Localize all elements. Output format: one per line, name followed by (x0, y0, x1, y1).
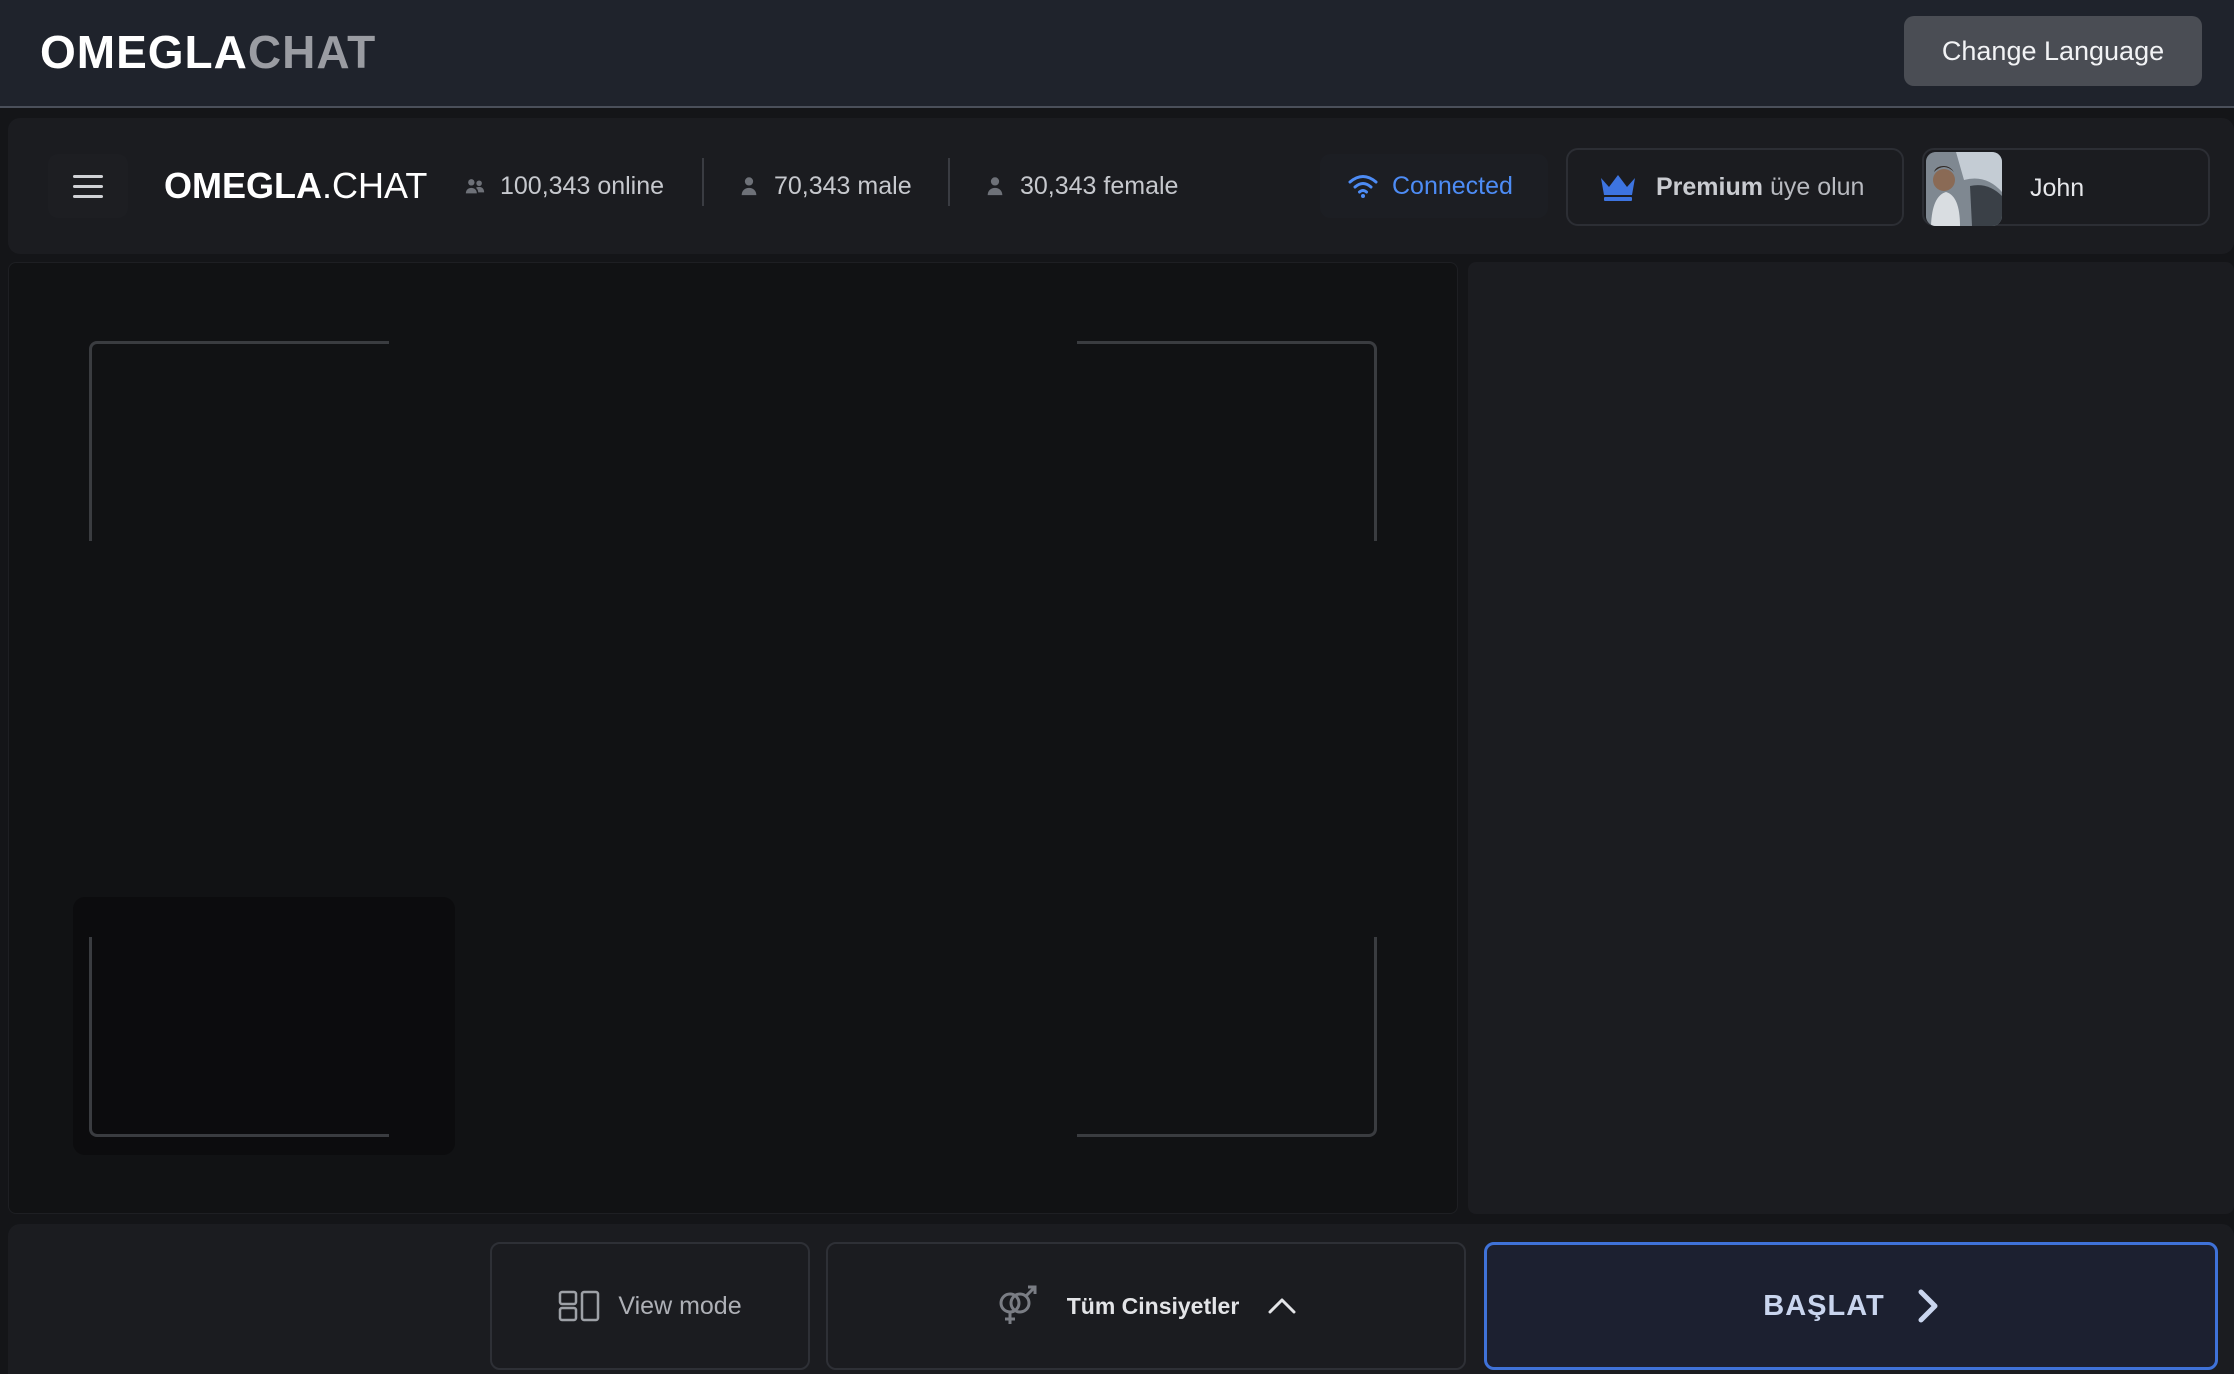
app-logo-thin: .CHAT (322, 165, 428, 206)
user-icon (987, 177, 1003, 196)
gender-symbol-icon (999, 1285, 1037, 1324)
wifi-icon (1348, 175, 1378, 198)
layout-icon (559, 1290, 600, 1322)
male-count-label: 70,343 male (774, 171, 912, 200)
app-logo[interactable]: OMEGLA.CHAT (164, 164, 427, 208)
gender-filter-select[interactable]: Tüm Cinsiyetler (826, 1242, 1466, 1370)
avatar-photo (1926, 152, 2002, 226)
app-logo-bold: OMEGLA (164, 165, 322, 206)
site-logo-main: OMEGLA (40, 26, 248, 78)
connection-status: Connected (1320, 154, 1548, 218)
female-count: 30,343 female (984, 168, 1178, 204)
hamburger-icon-line (73, 184, 103, 188)
user-profile-button[interactable]: John (1922, 148, 2210, 226)
bottom-controls: View mode Tüm Cinsiyetler BAŞLAT (8, 1224, 2234, 1374)
view-mode-button[interactable]: View mode (490, 1242, 810, 1370)
premium-label-rest: üye olun (1769, 172, 1865, 201)
frame-corner (89, 937, 389, 1137)
chevron-right-icon (1918, 1289, 1938, 1323)
connection-status-label: Connected (1392, 171, 1513, 200)
crown-icon (1601, 175, 1635, 201)
change-language-button[interactable]: Change Language (1904, 16, 2202, 86)
view-mode-label: View mode (618, 1291, 742, 1320)
app-toolbar: OMEGLA.CHAT 100,343 online 70,343 male 3… (8, 118, 2234, 254)
premium-button[interactable]: Premium üye olun (1566, 148, 1904, 226)
frame-corner (1077, 937, 1377, 1137)
site-header: OMEGLACHAT Change Language (0, 0, 2234, 108)
page: OMEGLACHAT Change Language OMEGLA.CHAT 1… (0, 0, 2234, 1374)
remote-video-area (8, 262, 1458, 1214)
premium-label: Premium üye olun (1656, 173, 1864, 202)
divider (948, 158, 950, 206)
chevron-up-icon (1268, 1298, 1296, 1314)
users-icon (465, 179, 485, 194)
female-count-label: 30,343 female (1020, 171, 1179, 200)
online-count: 100,343 online (464, 168, 664, 204)
site-logo-accent: CHAT (247, 26, 377, 78)
gender-filter-label: Tüm Cinsiyetler (1066, 1292, 1240, 1319)
divider (702, 158, 704, 206)
user-icon (741, 177, 757, 196)
hamburger-icon (73, 174, 103, 178)
male-count: 70,343 male (738, 168, 912, 204)
hamburger-icon-line (73, 194, 103, 198)
site-logo[interactable]: OMEGLACHAT (40, 26, 376, 78)
menu-button[interactable] (48, 154, 128, 218)
start-button[interactable]: BAŞLAT (1484, 1242, 2218, 1370)
frame-corner (89, 341, 389, 541)
start-label: BAŞLAT (1763, 1289, 1885, 1322)
frame-corner (1077, 341, 1377, 541)
user-name: John (2030, 174, 2085, 202)
chat-panel (1468, 262, 2234, 1214)
avatar (1926, 152, 2002, 226)
online-count-label: 100,343 online (500, 171, 665, 200)
premium-label-bold: Premium (1656, 172, 1763, 201)
